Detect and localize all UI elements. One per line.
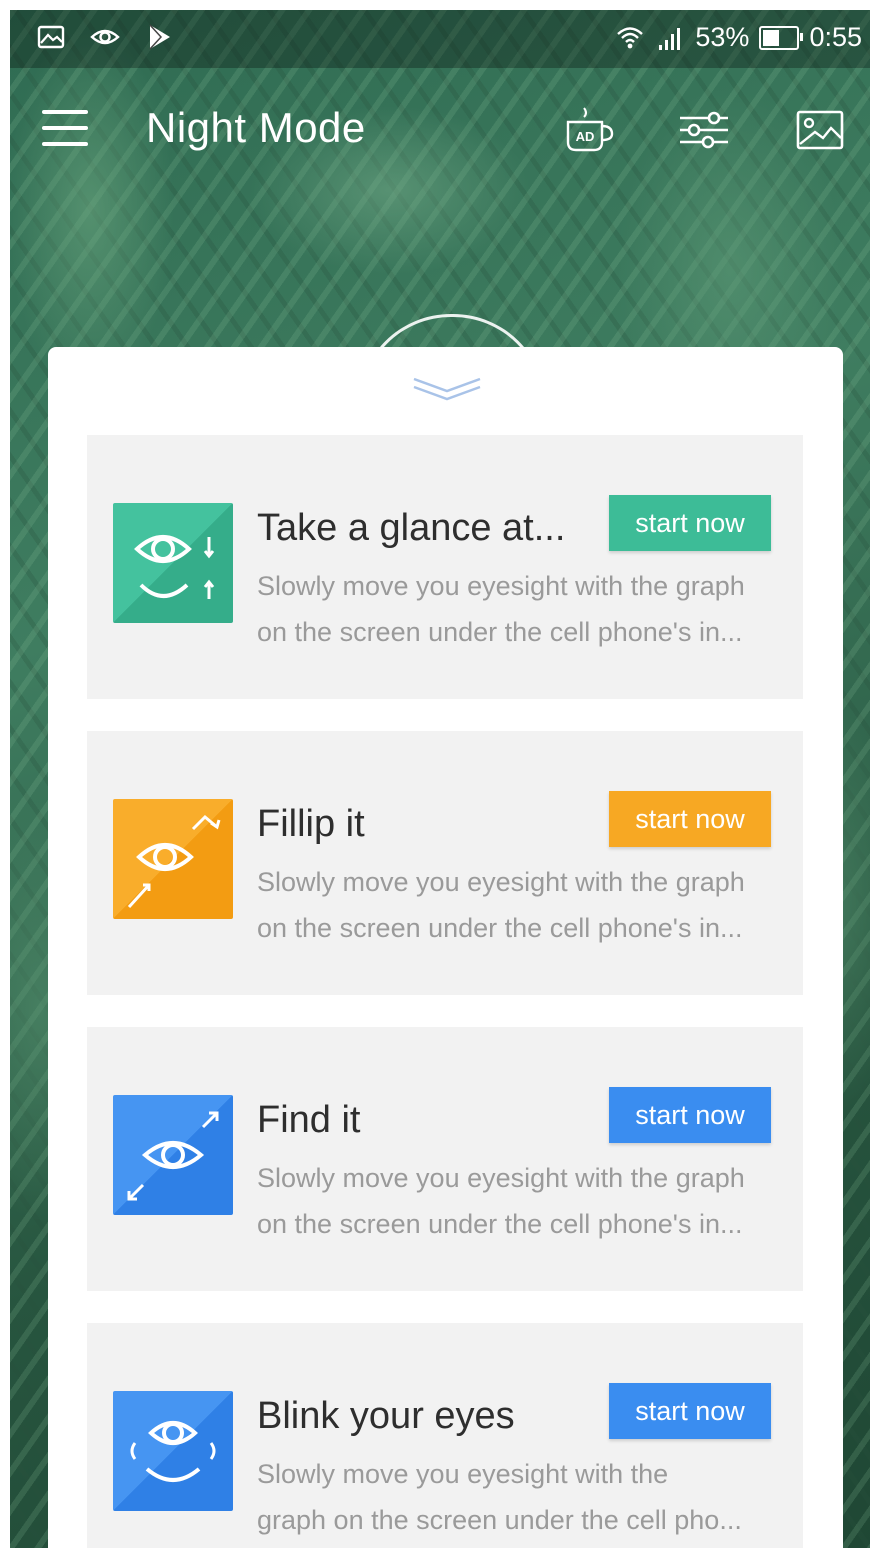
eye-zigzag-icon bbox=[113, 799, 233, 919]
description-line: Slowly move you eyesight with the graph bbox=[257, 571, 745, 601]
page-title: Night Mode bbox=[146, 104, 366, 151]
ad-coffee-icon: AD bbox=[566, 107, 614, 152]
sliders-icon bbox=[680, 111, 728, 149]
settings-sliders-button[interactable] bbox=[676, 104, 732, 156]
eye-updown-icon bbox=[113, 503, 233, 623]
exercise-card-blink[interactable]: Blink your eyes Slowly move you eyesight… bbox=[87, 1323, 803, 1548]
description-line: Slowly move you eyesight with the graph bbox=[257, 867, 745, 897]
start-now-button[interactable]: start now bbox=[609, 495, 771, 551]
battery-percent: 53% bbox=[695, 22, 750, 52]
description-line: Slowly move you eyesight with the graph bbox=[257, 1163, 745, 1193]
battery-icon bbox=[759, 25, 804, 50]
description-line: on the screen under the cell phone's in.… bbox=[257, 617, 743, 647]
wifi-icon bbox=[617, 26, 644, 48]
start-now-button[interactable]: start now bbox=[609, 1383, 771, 1439]
ad-button[interactable]: AD bbox=[560, 104, 616, 156]
exercise-title: Take a glance at... bbox=[257, 507, 566, 549]
start-now-button[interactable]: start now bbox=[609, 1087, 771, 1143]
notification-icons bbox=[36, 22, 174, 52]
menu-icon-bar bbox=[42, 126, 88, 130]
eye-icon bbox=[90, 29, 120, 45]
exercise-description: Slowly move you eyesight with the graph … bbox=[257, 1451, 787, 1543]
exercise-description: Slowly move you eyesight with the graph … bbox=[257, 859, 787, 951]
clock: 0:55 bbox=[809, 22, 862, 52]
status-bar: 53% 0:55 bbox=[10, 10, 870, 68]
play-store-icon bbox=[149, 24, 170, 50]
description-line: on the screen under the cell phone's in.… bbox=[257, 1209, 743, 1239]
exercise-title: Fillip it bbox=[257, 803, 365, 845]
menu-icon-bar bbox=[42, 110, 88, 114]
image-icon bbox=[796, 110, 844, 150]
start-now-button[interactable]: start now bbox=[609, 791, 771, 847]
eye-blink-icon bbox=[113, 1391, 233, 1511]
system-status: 53% 0:55 bbox=[615, 22, 862, 53]
exercise-card-find[interactable]: Find it Slowly move you eyesight with th… bbox=[87, 1027, 803, 1291]
exercise-title: Blink your eyes bbox=[257, 1395, 515, 1437]
menu-button[interactable] bbox=[42, 110, 90, 150]
battery-fill bbox=[763, 29, 780, 46]
wallpaper-button[interactable] bbox=[792, 104, 848, 156]
exercise-card-fillip[interactable]: Fillip it Slowly move you eyesight with … bbox=[87, 731, 803, 995]
exercise-panel: Take a glance at... Slowly move you eyes… bbox=[48, 347, 843, 1548]
svg-text:AD: AD bbox=[576, 129, 595, 144]
eye-diagonal-icon bbox=[113, 1095, 233, 1215]
collapse-button[interactable] bbox=[408, 371, 486, 405]
description-line: graph on the screen under the cell pho..… bbox=[257, 1505, 742, 1535]
description-line: on the screen under the cell phone's in.… bbox=[257, 913, 743, 943]
app-screen: 53% 0:55 Night Mode AD Take a glance at.… bbox=[10, 10, 870, 1548]
exercise-description: Slowly move you eyesight with the graph … bbox=[257, 1155, 787, 1247]
gallery-icon bbox=[37, 25, 65, 49]
app-toolbar: Night Mode AD bbox=[10, 68, 870, 180]
description-line: Slowly move you eyesight with the bbox=[257, 1459, 669, 1489]
signal-icon bbox=[659, 27, 681, 50]
exercise-title: Find it bbox=[257, 1099, 361, 1141]
chevron-down-icon bbox=[413, 377, 481, 401]
exercise-card-glance[interactable]: Take a glance at... Slowly move you eyes… bbox=[87, 435, 803, 699]
menu-icon-bar bbox=[42, 142, 88, 146]
exercise-description: Slowly move you eyesight with the graph … bbox=[257, 563, 787, 655]
